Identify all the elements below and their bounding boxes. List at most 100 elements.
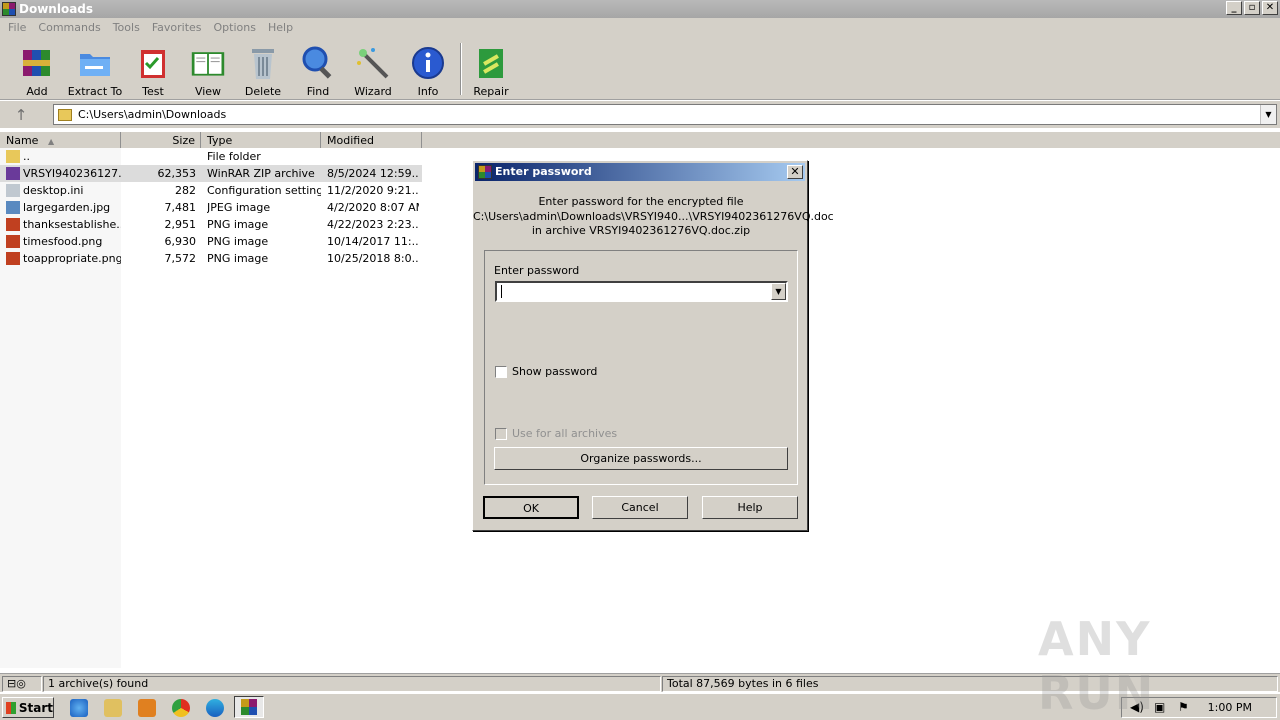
windows-flag-icon [6,701,16,714]
menu-tools[interactable]: Tools [107,21,146,34]
column-size[interactable]: Size [121,132,201,149]
file-type: File folder [207,150,261,163]
test-button[interactable]: Test [124,45,182,98]
sort-ascending-icon: ▲ [47,137,55,146]
file-name: desktop.ini [23,184,84,197]
zip-archive-icon [6,167,20,180]
file-row[interactable]: largegarden.jpg 7,481 JPEG image 4/2/2020 8… [0,199,422,216]
extract-to-button[interactable]: Extract To [66,45,124,98]
file-type: Configuration settings [207,184,321,197]
find-button[interactable]: Find [289,45,347,98]
menu-bar: File Commands Tools Favorites Options He… [0,18,1280,37]
view-book-icon [190,45,226,81]
repair-button[interactable]: Repair [462,45,520,98]
trash-icon [245,45,281,81]
dialog-titlebar: Enter password ✕ [475,163,805,181]
file-type: PNG image [207,218,269,231]
file-size: 7,481 [164,201,197,214]
menu-options[interactable]: Options [208,21,262,34]
dialog-close-button[interactable]: ✕ [787,165,803,179]
file-row[interactable]: thanksestablishe... 2,951 PNG image 4/22/20… [0,216,422,233]
close-button[interactable]: ✕ [1262,1,1278,15]
file-row[interactable]: desktop.ini 282 Configuration settings 11/2… [0,182,422,199]
ok-button[interactable]: OK [483,496,579,519]
file-name: largegarden.jpg [23,201,111,214]
file-row[interactable]: .. File folder [0,148,422,165]
file-size: 7,572 [164,252,197,265]
file-name: toappropriate.png [23,252,121,265]
use-for-all-checkbox[interactable]: Use for all archives [495,427,617,440]
file-type: PNG image [207,235,269,248]
file-name: .. [23,150,30,163]
up-arrow-icon[interactable]: ↑ [6,105,36,125]
info-button[interactable]: Info [399,45,457,98]
taskbar-winrar[interactable] [234,696,264,718]
password-group: Enter password ▼ Show password Use for a… [484,250,798,485]
png-image-icon [6,218,20,231]
file-row[interactable]: timesfood.png 6,930 PNG image 10/14/2017 11… [0,233,422,250]
password-label: Enter password [494,264,580,277]
settings-file-icon [6,184,20,197]
status-left: 1 archive(s) found [43,676,661,692]
toolbar: Add Extract To Test View Delete Find Wiz… [0,37,1280,100]
menu-commands[interactable]: Commands [32,21,106,34]
organize-passwords-button[interactable]: Organize passwords... [494,447,788,470]
file-row[interactable]: toappropriate.png 7,572 PNG image 10/25/201… [0,250,422,267]
view-button[interactable]: View [179,45,237,98]
file-modified: 10/14/2017 11:... [327,235,419,248]
file-name: timesfood.png [23,235,103,248]
window-controls: _ ▫ ✕ [1226,1,1278,15]
edge-icon[interactable] [206,699,224,717]
start-button[interactable]: Start [2,697,54,718]
chevron-down-icon[interactable]: ▼ [1260,105,1276,124]
chevron-down-icon[interactable]: ▼ [771,283,786,300]
folder-up-icon [6,150,20,163]
file-type: WinRAR ZIP archive [207,167,315,180]
test-clipboard-icon [135,45,171,81]
cancel-button[interactable]: Cancel [592,496,688,519]
dialog-title: Enter password [495,165,592,178]
address-bar: ↑ C:\Users\admin\Downloads ▼ [0,101,1280,128]
dialog-message: Enter password for the encrypted file C:… [473,195,834,237]
info-icon [410,45,446,81]
password-input[interactable]: ▼ [495,281,788,302]
watermark: ANY RUN [1038,612,1156,720]
repair-icon [473,45,509,81]
winrar-icon [241,699,257,715]
window-title: Downloads [19,2,94,16]
menu-favorites[interactable]: Favorites [146,21,208,34]
restore-button[interactable]: ▫ [1244,1,1260,15]
file-name: VRSYI940236127... [23,167,121,180]
menu-help[interactable]: Help [262,21,299,34]
explorer-icon[interactable] [104,699,122,717]
file-modified: 4/2/2020 8:07 AM [327,201,419,214]
column-type[interactable]: Type [201,132,321,149]
magnifier-icon [300,45,336,81]
add-button[interactable]: Add [8,45,66,98]
drive-icon[interactable]: ⊟◎ [2,676,42,692]
window-titlebar: Downloads _ ▫ ✕ [0,0,1280,18]
help-button[interactable]: Help [702,496,798,519]
extract-folder-icon [77,45,113,81]
delete-button[interactable]: Delete [234,45,292,98]
wand-icon [355,45,391,81]
file-row[interactable]: VRSYI940236127... 62,353 WinRAR ZIP archiv… [0,165,422,182]
folder-icon [58,108,72,121]
chrome-icon[interactable] [172,699,190,717]
column-name[interactable]: Name ▲ [0,132,121,149]
file-size: 62,353 [157,167,197,180]
address-field[interactable]: C:\Users\admin\Downloads ▼ [53,104,1277,125]
menu-file[interactable]: File [2,21,32,34]
show-password-checkbox[interactable]: Show password [495,365,597,378]
file-size: 2,951 [164,218,197,231]
file-modified: 8/5/2024 12:59... [327,167,419,180]
minimize-button[interactable]: _ [1226,1,1242,15]
column-modified[interactable]: Modified [321,132,422,149]
media-player-icon[interactable] [138,699,156,717]
ie-icon[interactable] [70,699,88,717]
add-archive-icon [19,45,55,81]
password-dialog: Enter password ✕ Enter password for the … [472,160,834,531]
file-type: JPEG image [207,201,271,214]
file-modified: 11/2/2020 9:21... [327,184,419,197]
wizard-button[interactable]: Wizard [344,45,402,98]
